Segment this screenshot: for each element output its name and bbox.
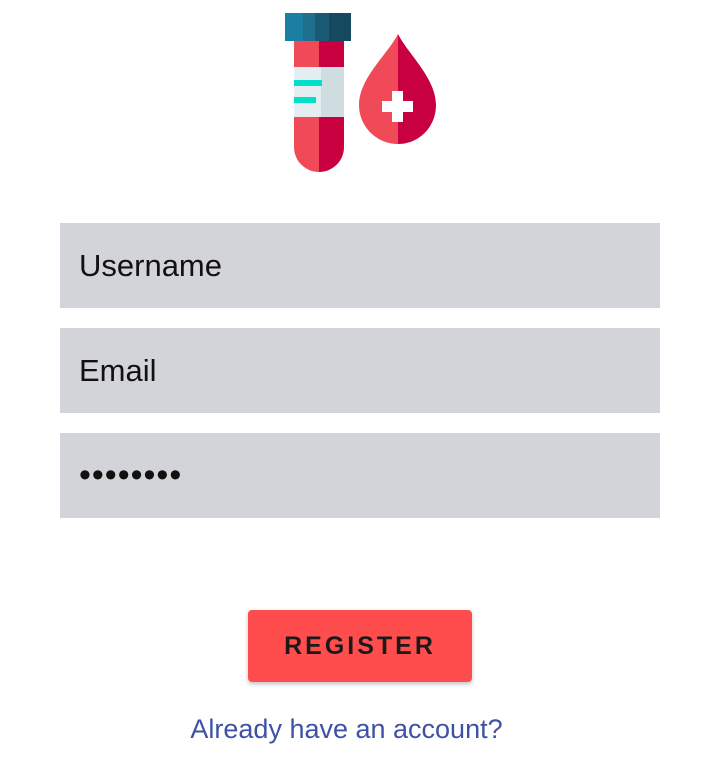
tube-label-right xyxy=(321,67,344,117)
drop-right xyxy=(398,34,436,144)
drop-plus-horizontal xyxy=(382,101,413,112)
tube-label-line-2 xyxy=(294,97,316,103)
tube-label-line-1 xyxy=(294,80,322,86)
already-have-account-link[interactable]: Already have an account? xyxy=(0,714,693,745)
tube-cap-mid-left xyxy=(303,13,315,41)
register-button[interactable]: REGISTER xyxy=(248,610,472,682)
email-input[interactable] xyxy=(79,352,660,389)
username-input[interactable] xyxy=(79,247,660,284)
password-input[interactable] xyxy=(79,456,660,495)
tube-cap-right xyxy=(329,13,351,41)
tube-cap-left xyxy=(285,13,303,41)
blood-test-logo-icon xyxy=(285,13,436,172)
tube-cap-mid-right xyxy=(315,13,329,41)
password-field-container[interactable] xyxy=(60,433,660,518)
email-field-container[interactable] xyxy=(60,328,660,413)
username-field-container[interactable] xyxy=(60,223,660,308)
drop-left xyxy=(359,34,398,144)
tube-label-left xyxy=(294,67,321,117)
